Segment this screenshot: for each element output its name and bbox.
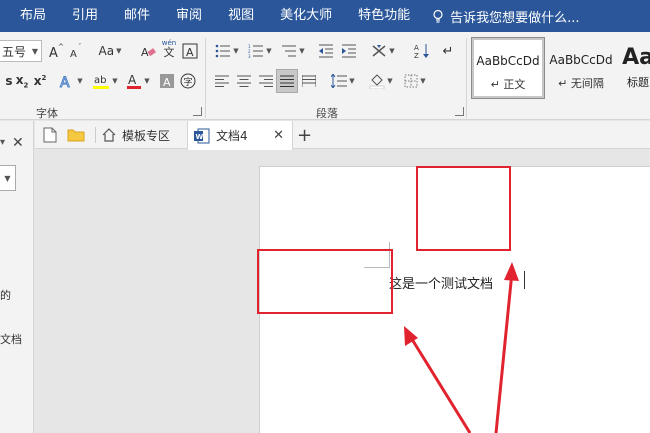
annotation-arrowhead-right — [504, 262, 519, 281]
annotation-arrow-left — [408, 335, 472, 433]
annotation-arrow-right — [494, 271, 514, 433]
annotation-arrows — [404, 262, 519, 433]
